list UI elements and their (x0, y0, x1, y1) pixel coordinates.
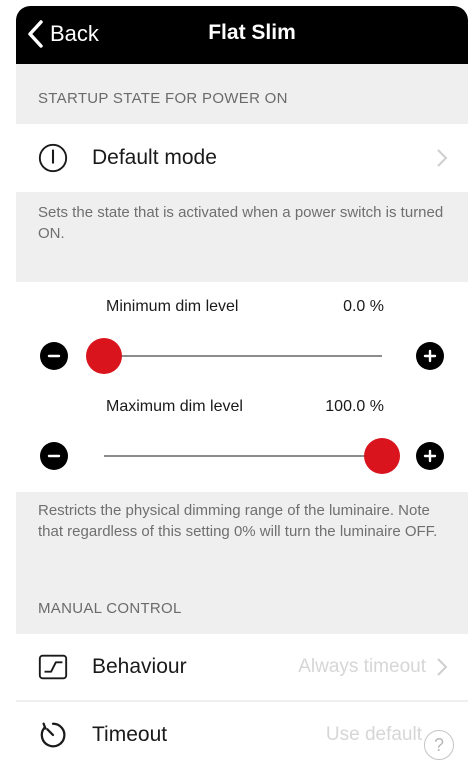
max-dim-label: Maximum dim level (106, 398, 243, 415)
dim-level-panel: Minimum dim level 0.0 % Maximum dim leve… (16, 282, 468, 492)
plus-icon (423, 449, 437, 463)
behaviour-value: Always timeout (298, 656, 426, 677)
max-dim-value: 100.0 % (325, 398, 384, 415)
max-dim-track[interactable] (104, 455, 382, 457)
timeout-row[interactable]: Timeout Use default (16, 702, 468, 768)
minus-icon (47, 354, 61, 358)
min-increase-button[interactable] (416, 342, 444, 370)
dim-range-description: Restricts the physical dimming range of … (38, 502, 438, 540)
min-dim-thumb[interactable] (86, 338, 122, 374)
minus-icon (47, 454, 61, 458)
plus-icon (423, 349, 437, 363)
section-header-manual: MANUAL CONTROL (38, 599, 182, 617)
min-decrease-button[interactable] (40, 342, 68, 370)
max-dim-thumb[interactable] (364, 438, 400, 474)
max-decrease-button[interactable] (40, 442, 68, 470)
app-screen: Back Flat Slim STARTUP STATE FOR POWER O… (16, 6, 468, 768)
min-dim-value: 0.0 % (343, 298, 384, 315)
power-icon (36, 141, 70, 175)
chevron-right-icon (437, 149, 448, 167)
startup-description: Sets the state that is activated when a … (38, 204, 444, 242)
timeout-label: Timeout (92, 723, 168, 746)
timeout-value: Use default (325, 724, 422, 745)
max-increase-button[interactable] (416, 442, 444, 470)
section-header-startup: STARTUP STATE FOR POWER ON (38, 89, 288, 107)
help-button[interactable]: ? (424, 730, 454, 760)
min-dim-label: Minimum dim level (106, 298, 239, 315)
behaviour-label: Behaviour (92, 655, 187, 678)
chevron-right-icon (437, 658, 448, 676)
navigation-bar: Back Flat Slim (16, 6, 468, 64)
question-mark-icon: ? (433, 734, 444, 755)
default-mode-row[interactable]: Default mode (16, 124, 468, 192)
timer-icon (36, 718, 70, 752)
behaviour-graph-icon (36, 650, 70, 684)
default-mode-label: Default mode (92, 146, 217, 169)
behaviour-row[interactable]: Behaviour Always timeout (16, 634, 468, 700)
min-dim-track[interactable] (104, 355, 382, 357)
page-title: Flat Slim (208, 21, 296, 44)
